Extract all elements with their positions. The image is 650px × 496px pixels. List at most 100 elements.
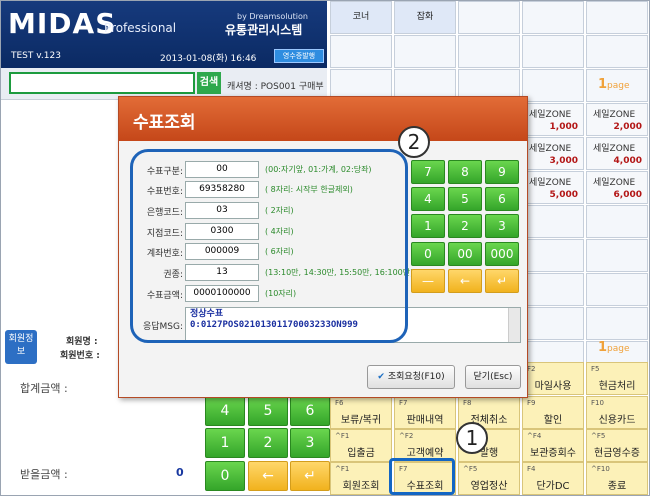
numpad-key[interactable]: 6 xyxy=(290,396,330,426)
grid-cell[interactable] xyxy=(522,69,584,102)
numpad-key[interactable]: ← xyxy=(248,461,288,491)
sale-zone-item[interactable]: 세일ZONE 1,000 xyxy=(522,103,584,136)
grid-cell[interactable] xyxy=(522,239,584,272)
version-text: TEST v.123 xyxy=(11,51,61,61)
function-key-code: ^F1 xyxy=(335,432,350,440)
function-key-code: F10 xyxy=(591,399,604,407)
function-key[interactable]: F2 마일사용 xyxy=(522,362,584,395)
dialog-keypad-key[interactable]: ← xyxy=(448,269,482,293)
dialog-keypad-key[interactable]: 4 xyxy=(411,187,445,211)
function-key-label: 판매내역 xyxy=(406,415,444,426)
dialog-keypad-key[interactable]: 3 xyxy=(485,214,519,238)
sale-zone-item[interactable]: 세일ZONE 4,000 xyxy=(586,137,648,170)
function-key[interactable]: ^F5 현금영수증 xyxy=(586,429,648,462)
zone-price: 6,000 xyxy=(613,190,642,200)
function-key[interactable]: ^F4 보관증회수 xyxy=(522,429,584,462)
numpad-key[interactable]: 0 xyxy=(205,461,245,491)
dialog-keypad-key[interactable]: 5 xyxy=(448,187,482,211)
sale-zone-item[interactable]: 세일ZONE 6,000 xyxy=(586,171,648,204)
function-key-label: 영업정산 xyxy=(470,481,508,492)
function-key[interactable]: ^F5 영업정산 xyxy=(458,462,520,495)
zone-price: 2,000 xyxy=(613,122,642,132)
function-key[interactable]: F5 현금처리 xyxy=(586,362,648,395)
close-button[interactable]: 닫기(Esc) xyxy=(465,365,521,389)
search-input[interactable] xyxy=(9,72,195,94)
member-info-tab[interactable]: 회원정보 xyxy=(5,330,37,364)
grid-cell[interactable] xyxy=(586,205,648,238)
numpad-key[interactable]: 1 xyxy=(205,428,245,458)
function-key-label: 보관증회수 xyxy=(530,448,576,459)
function-key-code: F9 xyxy=(527,399,536,407)
logo-subtitle: Professional xyxy=(104,21,177,35)
sale-zone-item[interactable]: 세일ZONE 3,000 xyxy=(522,137,584,170)
function-key-label: 현금처리 xyxy=(598,381,636,392)
zone-label: 세일ZONE xyxy=(593,178,636,188)
grid-cell[interactable] xyxy=(522,205,584,238)
dialog-keypad-key[interactable]: 1 xyxy=(411,214,445,238)
dialog-keypad-key[interactable]: 00 xyxy=(448,242,482,266)
function-key-label: 회원조회 xyxy=(342,481,380,492)
function-key-label: 현금영수증 xyxy=(594,448,640,459)
query-request-button[interactable]: ✔ 조회요청(F10) xyxy=(367,365,455,389)
member-name-label: 회원명 : xyxy=(66,337,98,347)
grid-cell[interactable] xyxy=(522,1,584,34)
check-inquiry-dialog: 수표조회 수표구분: 00 (00:자기앞, 01:가계, 02:당좌) 수표번호: 6… xyxy=(118,96,528,398)
dialog-keypad-key[interactable]: 6 xyxy=(485,187,519,211)
function-key[interactable]: F9 할인 xyxy=(522,396,584,429)
check-icon: ✔ xyxy=(377,372,385,382)
function-key-code: ^F10 xyxy=(591,465,610,473)
member-info-label: 회원정보 xyxy=(8,334,34,357)
response-scrollbar[interactable] xyxy=(508,308,520,342)
grid-cell[interactable] xyxy=(586,1,648,34)
grid-cell[interactable] xyxy=(522,273,584,306)
grid-cell[interactable] xyxy=(586,239,648,272)
search-button[interactable]: 검색 xyxy=(197,72,221,94)
zone-price: 5,000 xyxy=(549,190,578,200)
dialog-keypad-key[interactable]: 000 xyxy=(485,242,519,266)
function-key[interactable]: F4 단가DC xyxy=(522,462,584,495)
grid-cell[interactable] xyxy=(586,273,648,306)
dialog-keypad-key[interactable]: 2 xyxy=(448,214,482,238)
numpad-key[interactable]: 2 xyxy=(248,428,288,458)
function-key-code: F8 xyxy=(463,399,472,407)
grid-tab[interactable]: 코너 xyxy=(330,1,392,34)
dialog-keypad-key[interactable]: — xyxy=(411,269,445,293)
function-key[interactable]: F7 판매내역 xyxy=(394,396,456,429)
function-key-label: 마일사용 xyxy=(534,381,572,392)
function-key[interactable]: ^F10 종료 xyxy=(586,462,648,495)
grid-cell[interactable] xyxy=(394,35,456,68)
grid-cell[interactable] xyxy=(522,307,584,340)
function-key[interactable]: F10 신용카드 xyxy=(586,396,648,429)
grid-cell[interactable] xyxy=(586,307,648,340)
page-indicator: 1page xyxy=(598,340,630,355)
dialog-keypad-key[interactable]: ↵ xyxy=(485,269,519,293)
function-key-code: F5 xyxy=(591,365,600,373)
function-key[interactable]: F6 보류/복귀 xyxy=(330,396,392,429)
grid-cell[interactable] xyxy=(458,1,520,34)
grid-tab[interactable]: 잡화 xyxy=(394,1,456,34)
numpad-key[interactable]: 3 xyxy=(290,428,330,458)
grid-cell[interactable] xyxy=(522,35,584,68)
paid-amount-label: 받을금액 : xyxy=(20,468,68,481)
dialog-keypad-key[interactable]: 7 xyxy=(411,160,445,184)
page-number: 1 xyxy=(598,340,608,355)
total-amount-label: 합계금액 : xyxy=(20,382,68,395)
grid-cell[interactable] xyxy=(586,35,648,68)
numpad-key[interactable]: 4 xyxy=(205,396,245,426)
dialog-keypad-key[interactable]: 0 xyxy=(411,242,445,266)
dialog-keypad-key[interactable]: 9 xyxy=(485,160,519,184)
function-key-label: 보류/복귀 xyxy=(340,415,382,426)
numpad-key[interactable]: ↵ xyxy=(290,461,330,491)
grid-cell[interactable] xyxy=(330,35,392,68)
function-key-label: 신용카드 xyxy=(598,415,636,426)
numpad-key[interactable]: 5 xyxy=(248,396,288,426)
function-key[interactable]: ^F1 입출금 xyxy=(330,429,392,462)
function-key[interactable]: ^F1 회원조회 xyxy=(330,462,392,495)
dialog-keypad-key[interactable]: 8 xyxy=(448,160,482,184)
receipt-issue-button[interactable]: 영수증발행 xyxy=(274,49,324,63)
sale-zone-item[interactable]: 세일ZONE 2,000 xyxy=(586,103,648,136)
grid-cell[interactable] xyxy=(458,35,520,68)
logo: MIDAS xyxy=(8,7,117,40)
function-key-label: 종료 xyxy=(607,481,627,492)
sale-zone-item[interactable]: 세일ZONE 5,000 xyxy=(522,171,584,204)
